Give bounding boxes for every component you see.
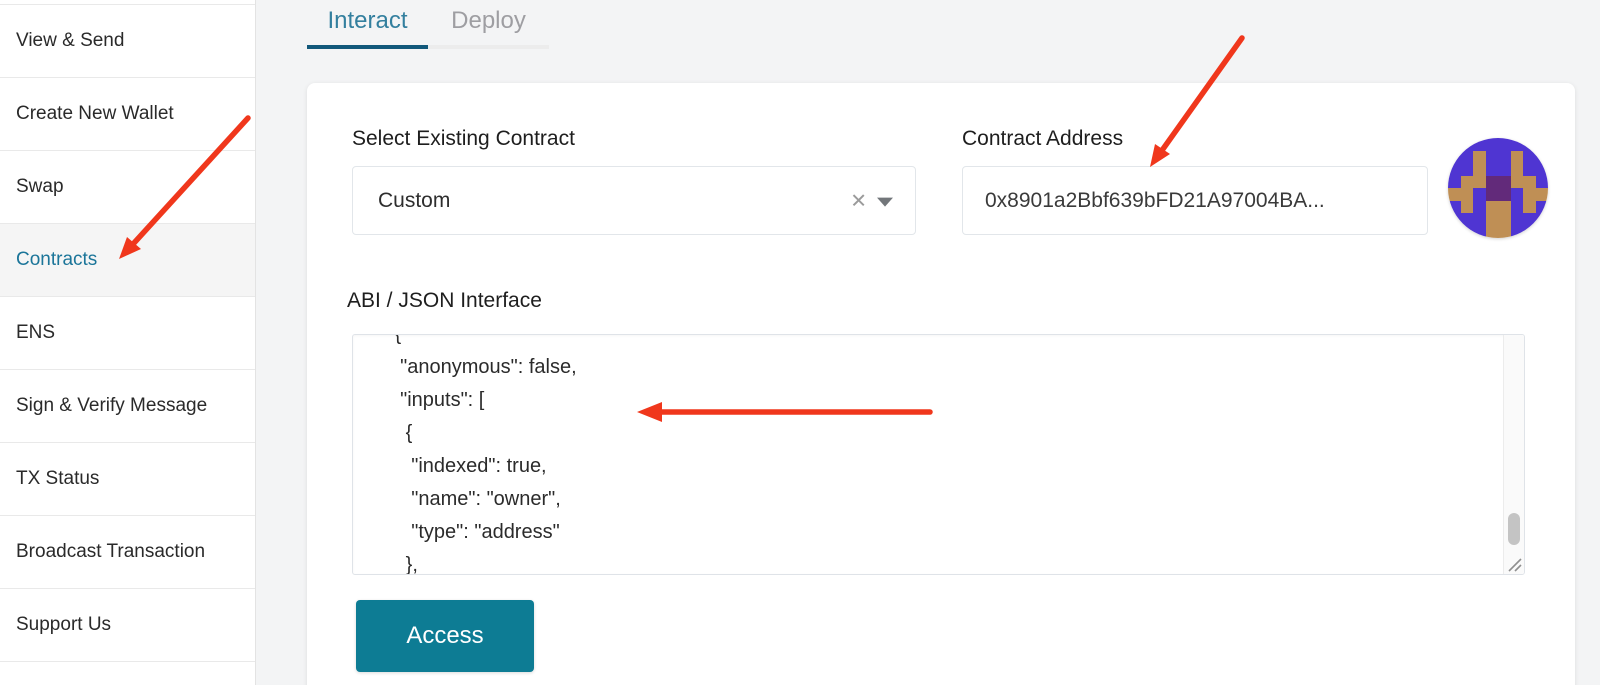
sidebar-item-label: Contracts xyxy=(16,249,97,271)
interact-card: Select Existing Contract Custom ✕ Contra… xyxy=(307,83,1575,685)
existing-contract-select[interactable]: Custom ✕ xyxy=(352,166,916,235)
sidebar-item-label: Support Us xyxy=(16,614,111,636)
sidebar-item-label: Create New Wallet xyxy=(16,103,174,125)
abi-scrollbar-thumb[interactable] xyxy=(1508,513,1520,545)
tab-deploy[interactable]: Deploy xyxy=(428,0,549,49)
tab-interact[interactable]: Interact xyxy=(307,0,428,49)
sidebar-item-label: Broadcast Transaction xyxy=(16,541,205,563)
sidebar-item-view-send[interactable]: View & Send xyxy=(0,5,255,78)
abi-scrollbar-track[interactable] xyxy=(1503,335,1524,574)
abi-json-content: { "anonymous": false, "inputs": [ { "ind… xyxy=(353,334,1524,575)
sidebar-item-label: TX Status xyxy=(16,468,99,490)
sidebar-item-swap[interactable]: Swap xyxy=(0,151,255,224)
contracts-page: View & Send Create New Wallet Swap Contr… xyxy=(0,0,1600,685)
contract-mode-tabs: Interact Deploy xyxy=(307,0,549,49)
sidebar-item-label: Swap xyxy=(16,176,64,198)
sidebar-item-broadcast-transaction[interactable]: Broadcast Transaction xyxy=(0,516,255,589)
access-button[interactable]: Access xyxy=(356,600,534,672)
sidebar-item-contracts[interactable]: Contracts xyxy=(0,224,255,297)
sidebar-item-create-new-wallet[interactable]: Create New Wallet xyxy=(0,78,255,151)
sidebar-item-sign-verify-message[interactable]: Sign & Verify Message xyxy=(0,370,255,443)
clear-selection-icon[interactable]: ✕ xyxy=(850,188,867,213)
contract-address-input[interactable] xyxy=(962,166,1428,235)
sidebar-nav-list: View & Send Create New Wallet Swap Contr… xyxy=(0,4,255,662)
sidebar-item-label: Sign & Verify Message xyxy=(16,395,207,417)
textarea-resize-handle-icon[interactable] xyxy=(1505,555,1523,573)
sidebar-item-ens[interactable]: ENS xyxy=(0,297,255,370)
select-existing-contract-label: Select Existing Contract xyxy=(352,127,575,151)
sidebar-item-label: ENS xyxy=(16,322,55,344)
abi-json-textarea[interactable]: { "anonymous": false, "inputs": [ { "ind… xyxy=(352,334,1525,575)
sidebar-item-tx-status[interactable]: TX Status xyxy=(0,443,255,516)
sidebar-item-support-us[interactable]: Support Us xyxy=(0,589,255,662)
chevron-down-icon[interactable] xyxy=(877,197,893,206)
existing-contract-selected-value: Custom xyxy=(353,189,915,213)
sidebar-item-label: View & Send xyxy=(16,30,124,52)
sidebar: View & Send Create New Wallet Swap Contr… xyxy=(0,0,256,685)
address-identicon xyxy=(1448,138,1548,238)
contract-address-label: Contract Address xyxy=(962,127,1123,151)
abi-json-interface-label: ABI / JSON Interface xyxy=(347,289,542,313)
